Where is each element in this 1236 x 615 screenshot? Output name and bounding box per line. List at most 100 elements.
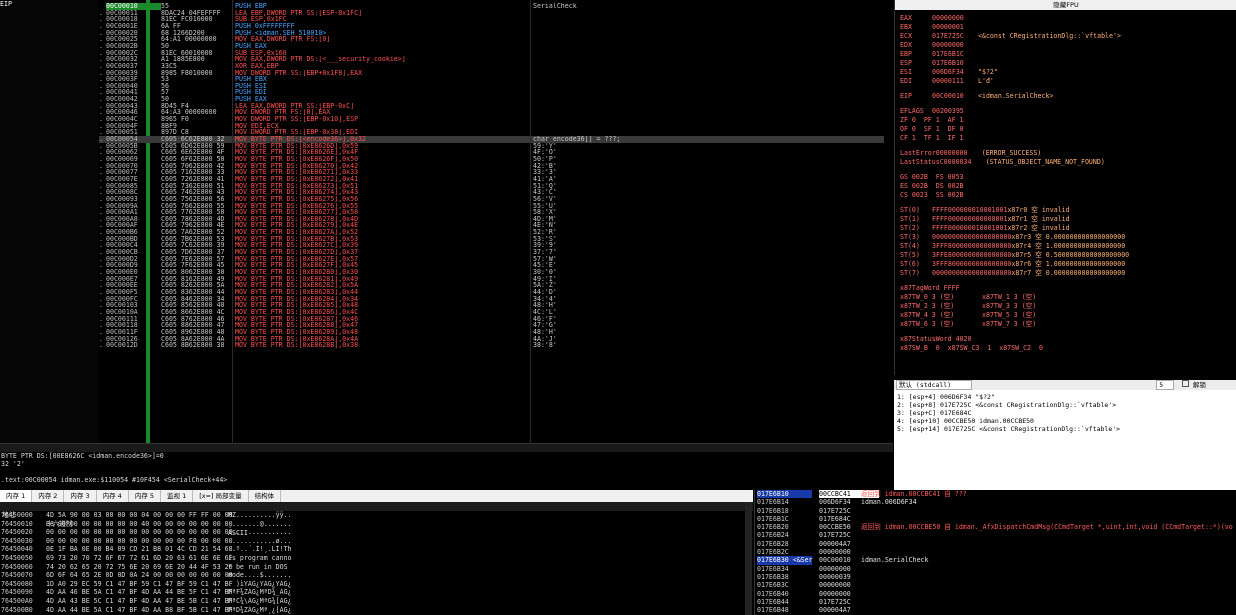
register-row[interactable]: ST(4) 3FFF8000000000000000x87r4 空 1.00000… — [900, 242, 1235, 251]
disassembly-row[interactable]: . 00C00037 33C5 XOR EAX,EBP — [99, 63, 884, 70]
dump-row[interactable]: 764500B0 4D AA 44 BE 5A C1 47 BF 4D AA B8… — [0, 606, 753, 615]
register-row[interactable]: EBX 00000001 — [900, 23, 1235, 32]
disassembly-row[interactable]: . 00C0007E C605 7262E800 41 MOV BYTE PTR DS… — [99, 176, 884, 183]
stack-row[interactable]: 017E6B44 017E725C — [755, 598, 1236, 606]
disassembly-row[interactable]: . 00C00085 C605 7362E800 51 MOV BYTE PTR DS… — [99, 183, 884, 190]
disassembly-row[interactable]: . 00C00041 57 PUSH EDI — [99, 89, 884, 96]
disassembly-row[interactable]: . 00C000B6 C605 7A62E800 52 MOV BYTE PTR DS… — [99, 229, 884, 236]
registers-pane[interactable]: 隐藏FPU EAX 00000000 EBX 00000001 ECX 017E725C <… — [894, 0, 1236, 375]
disassembly-row[interactable]: . 00C000AF C605 7962E800 4E MOV BYTE PTR DS… — [99, 222, 884, 229]
disassembly-row[interactable]: . 00C0002B 50 PUSH EAX — [99, 43, 884, 50]
register-row[interactable]: x87TW_0 3 (空) x87TW_1 3 (空) — [900, 293, 1235, 302]
stack-row[interactable]: 017E6B1C 017E684C — [755, 515, 1236, 523]
stack-row[interactable]: 017E6B2C 00000000 — [755, 548, 1236, 556]
disassembly-row[interactable]: . 00C0010A C605 8662E800 4C MOV BYTE PTR DS… — [99, 309, 884, 316]
stack-row[interactable]: 017E6B18 017E725C — [755, 507, 1236, 515]
dump-row[interactable]: 76450050 69 73 20 70 72 6F 67 72 61 6D 20… — [0, 554, 753, 563]
arg-count-stepper[interactable]: 5 — [1156, 380, 1175, 390]
argument-row[interactable]: 1: [esp+4] 006D6F34 "$?2" — [894, 393, 1236, 401]
disassembly-row[interactable]: . 00C000C4 C605 7C62E800 39 MOV BYTE PTR DS… — [99, 242, 884, 249]
stack-row[interactable]: 017E6B14 006D6F34 idman.006D6F34 — [755, 498, 1236, 506]
register-row[interactable]: CF 1 TF 1 IF 1 — [900, 134, 1235, 143]
stack-row[interactable]: 017E6B3C 00000000 — [755, 581, 1236, 589]
tab-6[interactable]: 监视 1 — [161, 490, 194, 502]
register-row[interactable]: ECX 017E725C <&const CRegistrationDlg::`vf… — [900, 32, 1235, 41]
register-row[interactable]: ES 002B DS 002B — [900, 182, 1235, 191]
disassembly-row[interactable]: . 00C0008C C605 7462E800 43 MOV BYTE PTR DS… — [99, 189, 884, 196]
stack-row[interactable]: 017E6B34 00000000 — [755, 565, 1236, 573]
register-row[interactable]: EDX 00000000 — [900, 41, 1235, 50]
disassembly-row[interactable]: . 00C00051 897D C8 MOV DWORD PTR SS:[EBP-0x… — [99, 129, 884, 136]
disassembly-row[interactable]: . 00C000D9 C605 7F62E800 45 MOV BYTE PTR DS… — [99, 262, 884, 269]
disassembly-row[interactable]: 00C00010 55 PUSH EBP SerialCheck — [99, 3, 884, 10]
register-row[interactable]: LastError00000000 (ERROR_SUCCESS) — [900, 149, 1235, 158]
call-arguments-pane[interactable]: 默认 (stdcall) 5 解锁 1: [esp+4] 006D6F34 "$… — [894, 380, 1236, 490]
dump-row[interactable]: 76450040 0E 1F BA 0E 00 B4 09 CD 21 B8 01… — [0, 545, 753, 554]
tab-3[interactable]: 内存 3 — [64, 490, 97, 502]
disassembly-row[interactable]: . 00C000D2 C605 7E62E800 57 MOV BYTE PTR DS… — [99, 256, 884, 263]
disassembly-row[interactable]: . 00C00103 C605 8562E800 48 MOV BYTE PTR DS… — [99, 302, 884, 309]
memory-dump-pane[interactable]: 地址 十六进制 ASCII 76450000 4D 5A 90 00 03 00 … — [0, 502, 753, 615]
stack-row[interactable]: 017E6B40 00000000 — [755, 590, 1236, 598]
disassembly-row[interactable]: . 00C00054 C605 6C62E800 32 MOV BYTE PTR DS… — [99, 136, 884, 143]
stack-row[interactable]: 017E6B38 00000039 — [755, 573, 1236, 581]
disassembly-row[interactable]: . 00C0004F 8BF9 MOV EDI,ECX — [99, 123, 884, 130]
stack-row[interactable]: 017E6B20 00CCBE50 返回到 idman.00CCBE50 自 idm… — [755, 523, 1236, 531]
disassembly-row[interactable]: . 00C000F5 C605 8362E800 44 MOV BYTE PTR DS… — [99, 289, 884, 296]
argument-row[interactable]: 5: [esp+14] 017E725C <&const CRegistrati… — [894, 425, 1236, 433]
register-row[interactable]: GS 002B FS 0053 — [900, 173, 1235, 182]
stack-row[interactable]: 017E6B10 00CCBC41 返回到 idman.00CCBC41 自 ??? — [755, 490, 1236, 499]
disassembly-row[interactable]: . 00C00032 A1 1885E800 MOV EAX,DWORD PTR DS… — [99, 56, 884, 63]
register-row[interactable]: EAX 00000000 — [900, 14, 1235, 23]
disassembly-row[interactable]: . 00C0009A C605 7662E800 55 MOV BYTE PTR DS… — [99, 203, 884, 210]
disassembly-row[interactable]: . 00C0012D C605 8B62E800 38 MOV BYTE PTR DS… — [99, 342, 884, 349]
disassembly-row[interactable]: . 00C000A1 C605 7762E800 58 MOV BYTE PTR DS… — [99, 209, 884, 216]
disassembly-row[interactable]: . 00C0011F C605 8962E800 48 MOV BYTE PTR DS… — [99, 329, 884, 336]
disassembly-row[interactable]: . 00C000CB C605 7D62E800 37 MOV BYTE PTR DS… — [99, 249, 884, 256]
register-row[interactable]: EFLAGS 00200395 — [900, 107, 1235, 116]
tab-4[interactable]: 内存 4 — [97, 490, 129, 502]
disassembly-row[interactable]: . 00C000E0 C605 8062E800 30 MOV BYTE PTR DS… — [99, 269, 884, 276]
disassembly-row[interactable]: . 00C00077 C605 7162E800 33 MOV BYTE PTR DS… — [99, 169, 884, 176]
disassembly-row[interactable]: . 00C00018 81EC FC010000 SUB ESP,0x1FC — [99, 16, 884, 23]
dump-row[interactable]: 76450020 00 00 00 00 00 00 00 00 00 00 00… — [0, 528, 753, 537]
stack-row[interactable]: 017E6B28 000004A7 — [755, 540, 1236, 548]
disassembly-row[interactable]: . 00C000A8 C605 7862E800 4D MOV BYTE PTR DS… — [99, 216, 884, 223]
disassembly-row[interactable]: . 00C00062 C605 6E62E800 4F MOV BYTE PTR DS… — [99, 149, 884, 156]
unlock-checkbox[interactable] — [1182, 380, 1190, 387]
disassembly-row[interactable]: . 00C00118 C605 8862E800 47 MOV BYTE PTR DS… — [99, 322, 884, 329]
disassembly-row[interactable]: . 00C000FC C605 8462E800 34 MOV BYTE PTR DS… — [99, 296, 884, 303]
register-row[interactable]: EIP 00C00010 <idman.SerialCheck> — [900, 92, 1235, 101]
tab-7[interactable]: [x=] 局部变量 — [193, 490, 249, 502]
dump-row[interactable]: 76450010 B8 00 00 00 00 00 00 00 40 00 00… — [0, 520, 753, 529]
tab-8[interactable]: 结构体 — [249, 490, 282, 502]
register-row[interactable]: CS 0023 SS 002B — [900, 191, 1235, 200]
disassembly-row[interactable]: . 00C0004C 8965 F0 MOV DWORD PTR SS:[EBP-0x… — [99, 116, 884, 123]
register-row[interactable]: ESI 006D6F34 "$?2" — [900, 68, 1235, 77]
disassembly-row[interactable]: . 00C00020 68 1266D200 PUSH <idman.SEH_5100… — [99, 30, 884, 37]
disassembly-row[interactable]: . 00C00070 C605 7062E800 42 MOV BYTE PTR DS… — [99, 163, 884, 170]
disassembly-row[interactable]: . 00C0005B C605 6D62E800 59 MOV BYTE PTR DS… — [99, 143, 884, 150]
disassembly-row[interactable]: . 00C00069 C605 6F62E800 50 MOV BYTE PTR DS… — [99, 156, 884, 163]
register-row[interactable]: x87SW_B 0 x87SW_C3 1 x87SW_C2 0 — [900, 344, 1235, 353]
tab-5[interactable]: 内存 5 — [129, 490, 162, 502]
stack-row[interactable]: 017E6B48 000004A7 — [755, 606, 1236, 614]
disassembly-row[interactable]: . 00C000BD C605 7B62E800 53 MOV BYTE PTR DS… — [99, 236, 884, 243]
register-row[interactable]: ST(6) 3FFF8000000000000000x87r6 空 1.00000… — [900, 260, 1235, 269]
disassembly-row[interactable]: . 00C0002C 81EC 60010000 SUB ESP,0x160 — [99, 50, 884, 57]
disassembly-row[interactable]: . 00C00126 C605 8A62E800 4A MOV BYTE PTR DS… — [99, 336, 884, 343]
register-row[interactable]: EBP 017E6B1C — [900, 50, 1235, 59]
register-row[interactable]: x87TW_6 3 (空) x87TW_7 3 (空) — [900, 320, 1235, 329]
register-row[interactable]: LastStatusC0000034 (STATUS_OBJECT_NAME_NO… — [900, 158, 1235, 167]
argument-row[interactable]: 3: [esp+C] 017E684C — [894, 409, 1236, 417]
tab-2[interactable]: 内存 2 — [32, 490, 65, 502]
register-row[interactable]: ZF 0 PF 1 AF 1 — [900, 116, 1235, 125]
argument-row[interactable]: 4: [esp+10] 00CCBE50 idman.00CCBE50 — [894, 417, 1236, 425]
dump-row[interactable]: 76450030 00 00 00 00 00 00 00 00 00 00 00… — [0, 537, 753, 546]
disassembly-row[interactable]: . 00C00040 56 PUSH ESI — [99, 83, 884, 90]
disassembly-row[interactable]: . 00C00093 C605 7562E800 56 MOV BYTE PTR DS… — [99, 196, 884, 203]
register-row[interactable]: x87StatusWord 4020 — [900, 335, 1235, 344]
stack-pane[interactable]: 017E6B10 00CCBC41 返回到 idman.00CCBC41 自 ???… — [754, 490, 1236, 615]
dump-row[interactable]: 764500A0 4D AA 43 BE 5C C1 47 BF 4D AA 47… — [0, 597, 753, 606]
register-row[interactable]: ST(3) 00000000000000000000x87r3 空 0.00000… — [900, 233, 1235, 242]
